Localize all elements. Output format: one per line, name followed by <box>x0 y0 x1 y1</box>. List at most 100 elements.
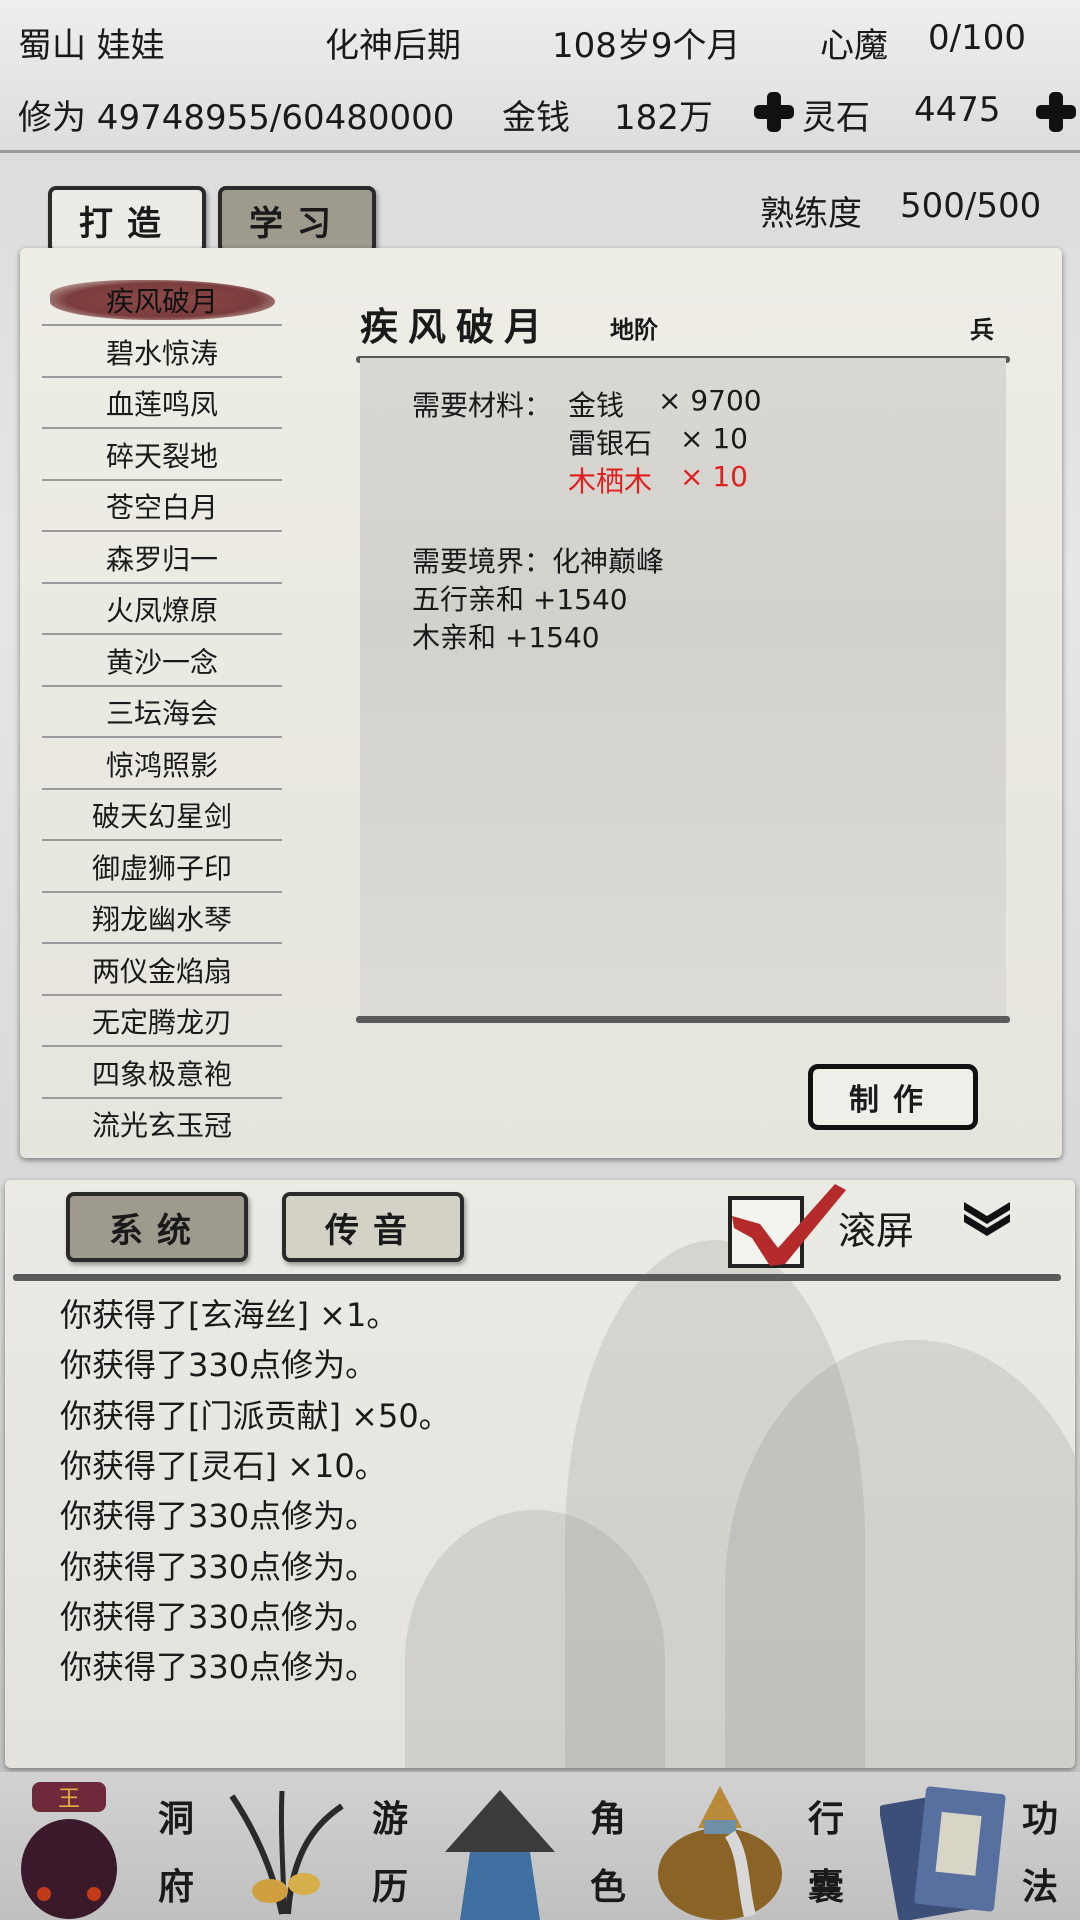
recipe-item-selected[interactable]: 疾风破月 <box>42 276 282 326</box>
log-line: 你获得了330点修为。 <box>60 1547 378 1586</box>
status-header: 蜀山 娃娃 化神后期 108岁9个月 心魔 0/100 修为 49748955/… <box>0 0 1080 153</box>
nav-youli-char2[interactable]: 历 <box>372 1858 408 1910</box>
materials-label: 需要材料： <box>412 389 553 422</box>
tab-system-label: 系统 <box>109 1210 205 1251</box>
nav-dongfu-char1[interactable]: 洞 <box>158 1790 194 1842</box>
recipe-item[interactable]: 翔龙幽水琴 <box>42 894 282 944</box>
recipe-item-label: 血莲鸣凤 <box>105 388 218 421</box>
tab-voice-label: 传音 <box>325 1210 421 1251</box>
recipe-item-label: 碧水惊涛 <box>105 336 218 370</box>
nav-juese-char2[interactable]: 色 <box>590 1858 626 1910</box>
log-line: 你获得了330点修为。 <box>60 1597 378 1636</box>
recipe-item-label: 四象极意袍 <box>91 1057 232 1091</box>
recipe-item[interactable]: 三坛海会 <box>42 688 282 738</box>
nav-gongfa-char1[interactable]: 功 <box>1022 1790 1058 1842</box>
travel-grass-icon[interactable] <box>222 1786 352 1916</box>
tab-system[interactable]: 系统 <box>66 1192 248 1262</box>
recipe-item[interactable]: 碎天裂地 <box>42 431 282 481</box>
recipe-item-label: 火凤燎原 <box>105 594 218 627</box>
proficiency-value: 500/500 <box>900 186 1042 226</box>
proficiency-label: 熟练度 <box>760 194 862 234</box>
recipe-item-label: 翔龙幽水琴 <box>91 903 232 936</box>
log-line: 你获得了330点修为。 <box>60 1497 378 1536</box>
bonus-five-elements: 五行亲和 +1540 <box>412 583 628 616</box>
recipe-item-label: 御虚狮子印 <box>91 851 232 885</box>
nav-xingnang-char1[interactable]: 行 <box>808 1790 844 1842</box>
material-name: 金钱 <box>568 389 625 422</box>
material-name-missing: 木栖木 <box>568 465 653 498</box>
plus-spirit-stone-icon[interactable] <box>1036 92 1076 132</box>
nav-dongfu-char2[interactable]: 府 <box>158 1858 194 1910</box>
recipe-item[interactable]: 苍空白月 <box>42 482 282 532</box>
bonus-wood: 木亲和 +1540 <box>412 621 600 654</box>
log-line: 你获得了[玄海丝] ×1。 <box>60 1296 399 1334</box>
nav-gongfa-char2[interactable]: 法 <box>1022 1858 1058 1910</box>
nav-juese-char1[interactable]: 角 <box>590 1790 626 1842</box>
log-line: 你获得了[灵石] ×10。 <box>60 1446 387 1485</box>
recipe-item[interactable]: 流光玄玉冠 <box>42 1100 282 1138</box>
inventory-sack-icon[interactable] <box>650 1776 790 1920</box>
plus-money-icon[interactable] <box>754 92 794 132</box>
techniques-books-icon[interactable] <box>880 1784 1020 1920</box>
tab-learn-label: 学习 <box>249 203 345 244</box>
recipe-item-label: 无定腾龙刃 <box>91 1006 232 1039</box>
recipe-item[interactable]: 无定腾龙刃 <box>42 997 282 1047</box>
tab-craft-label: 打造 <box>79 203 175 244</box>
age-text: 108岁9个月 <box>552 26 741 66</box>
material-qty-missing: × 10 <box>680 460 748 493</box>
recipe-item-label: 三坛海会 <box>105 697 218 730</box>
nav-xingnang-char2[interactable]: 囊 <box>808 1858 844 1910</box>
money-value: 182万 <box>614 98 713 138</box>
money-label: 金钱 <box>502 98 570 138</box>
recipe-item[interactable]: 血莲鸣凤 <box>42 379 282 429</box>
recipe-item[interactable]: 森罗归一 <box>42 534 282 584</box>
cultivation-text: 修为 49748955/60480000 <box>18 98 455 138</box>
player-name: 蜀山 娃娃 <box>18 26 165 66</box>
spirit-stone-value: 4475 <box>914 90 1001 130</box>
nav-youli-char1[interactable]: 游 <box>372 1790 408 1842</box>
character-hat-icon[interactable] <box>440 1782 560 1920</box>
recipe-item-label: 惊鸿照影 <box>105 748 218 782</box>
realm-requirement: 需要境界：化神巅峰 <box>412 545 665 578</box>
recipe-item-label: 破天幻星剑 <box>91 800 232 833</box>
log-line: 你获得了330点修为。 <box>60 1346 378 1385</box>
make-button-label: 制作 <box>849 1083 937 1118</box>
spirit-stone-label: 灵石 <box>802 98 870 138</box>
tab-voice[interactable]: 传音 <box>282 1192 464 1262</box>
material-name: 雷银石 <box>568 427 653 460</box>
recipe-item[interactable]: 御虚狮子印 <box>42 843 282 893</box>
make-button[interactable]: 制作 <box>808 1064 978 1130</box>
scroll-label: 滚屏 <box>838 1209 915 1253</box>
detail-box: 需要材料： 金钱 × 9700 雷银石 × 10 木栖木 × 10 需要境界：化… <box>360 358 1006 1018</box>
recipe-item[interactable]: 碧水惊涛 <box>42 328 282 378</box>
svg-text:王: 王 <box>58 1787 80 1812</box>
recipe-item-label: 苍空白月 <box>105 491 218 524</box>
recipe-item[interactable]: 惊鸿照影 <box>42 740 282 790</box>
item-grade: 地阶 <box>610 315 658 344</box>
craft-panel: 疾风破月碧水惊涛血莲鸣凤碎天裂地苍空白月森罗归一火凤燎原黄沙一念三坛海会惊鸿照影… <box>20 248 1062 1158</box>
cave-bag-icon[interactable]: 王 <box>14 1774 124 1920</box>
recipe-item[interactable]: 黄沙一念 <box>42 637 282 687</box>
tab-craft[interactable]: 打造 <box>48 186 206 254</box>
log-line: 你获得了[门派贡献] ×50。 <box>60 1396 451 1435</box>
heart-demon-value: 0/100 <box>928 18 1026 58</box>
item-type: 兵 <box>970 315 994 344</box>
recipe-item[interactable]: 破天幻星剑 <box>42 791 282 841</box>
chevron-down-icon[interactable] <box>962 1198 1012 1238</box>
realm-text: 化神后期 <box>325 26 461 66</box>
check-mark-icon <box>732 1184 846 1266</box>
recipe-item-label: 森罗归一 <box>105 542 218 576</box>
recipe-item[interactable]: 火凤燎原 <box>42 585 282 635</box>
heart-demon-label: 心魔 <box>820 26 888 66</box>
material-qty: × 9700 <box>658 384 762 417</box>
bottom-divider <box>356 1016 1010 1023</box>
tab-learn[interactable]: 学习 <box>218 186 376 254</box>
recipe-item[interactable]: 两仪金焰扇 <box>42 946 282 996</box>
item-title: 疾风破月 <box>360 304 553 349</box>
recipe-list[interactable]: 疾风破月碧水惊涛血莲鸣凤碎天裂地苍空白月森罗归一火凤燎原黄沙一念三坛海会惊鸿照影… <box>42 276 282 1138</box>
recipe-item[interactable]: 四象极意袍 <box>42 1049 282 1099</box>
recipe-item-label: 疾风破月 <box>105 285 218 318</box>
recipe-item-label: 碎天裂地 <box>105 439 218 473</box>
log-divider <box>13 1274 1061 1281</box>
recipe-item-label: 两仪金焰扇 <box>91 954 232 988</box>
